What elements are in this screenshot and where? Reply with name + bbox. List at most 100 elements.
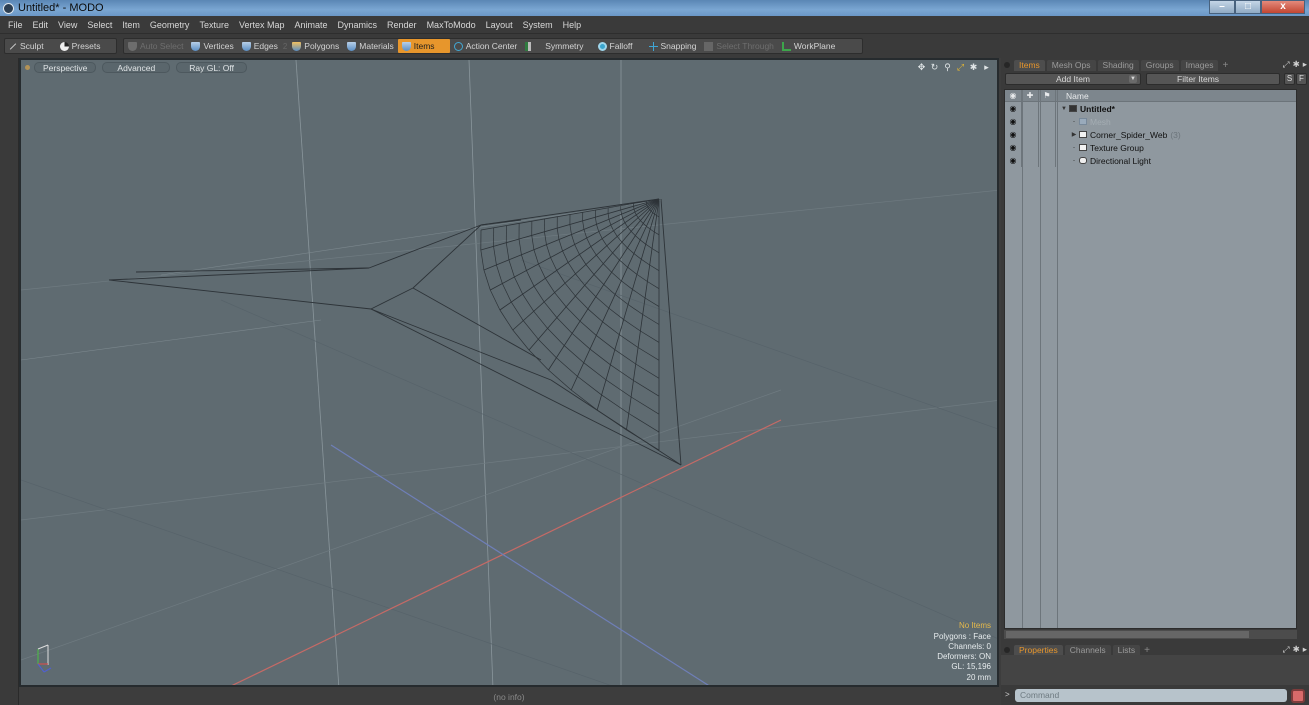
menu-maxtomodo[interactable]: MaxToModo [427, 20, 476, 30]
polygons-button[interactable]: Polygons [288, 39, 343, 53]
panel-gear-icon[interactable]: ✱ [1293, 59, 1300, 70]
action-center-button[interactable]: Action Center [450, 39, 522, 53]
lock-column-icon[interactable]: ⚑ [1039, 90, 1056, 101]
expand-icon[interactable]: ⤢ [1283, 644, 1290, 655]
add-column-icon[interactable]: ✚ [1022, 90, 1039, 101]
items-button[interactable]: Items [397, 39, 450, 53]
panel-grip[interactable] [1004, 62, 1010, 68]
snapping-button[interactable]: Snapping [645, 39, 701, 53]
tree-row-untitled[interactable]: ◉ ▼ Untitled* [1005, 102, 1296, 115]
maximize-button[interactable]: □ [1235, 0, 1261, 14]
move-view-icon[interactable]: ✥ [917, 62, 926, 73]
expand-arrow-icon[interactable]: ▼ [1059, 106, 1069, 112]
presets-label: Presets [71, 41, 101, 51]
add-tab-icon[interactable]: + [1222, 60, 1228, 71]
edges-button[interactable]: Edges [238, 39, 282, 53]
tree-row-corner-spider-web[interactable]: ◉ ▶ Corner_Spider_Web (3) [1005, 128, 1296, 141]
view-mode-dropdown[interactable]: Perspective [34, 61, 97, 73]
menu-vertex-map[interactable]: Vertex Map [239, 20, 285, 30]
scrollbar-thumb[interactable] [1006, 631, 1249, 638]
auto-select-button[interactable]: Auto Select [124, 39, 187, 53]
menu-texture[interactable]: Texture [199, 20, 229, 30]
web-ring [583, 229, 588, 239]
menu-edit[interactable]: Edit [33, 20, 49, 30]
s-button[interactable]: S [1284, 73, 1295, 85]
menu-system[interactable]: System [523, 20, 553, 30]
menu-dynamics[interactable]: Dynamics [338, 20, 378, 30]
gear-icon[interactable]: ✱ [969, 62, 978, 73]
tree-row-directional-light[interactable]: ◉ - Directional Light [1005, 154, 1296, 167]
tree-row-mesh[interactable]: ◉ - Mesh [1005, 115, 1296, 128]
web-ring [647, 206, 649, 209]
viewport-menu-dot[interactable] [25, 64, 30, 70]
tab-properties[interactable]: Properties [1014, 644, 1063, 656]
window-title: Untitled* - MODO [18, 2, 104, 14]
tree-header: ◉ ✚ ⚑ Name [1005, 90, 1296, 102]
group-icon [1079, 144, 1087, 151]
vertices-button[interactable]: Vertices [187, 39, 237, 53]
panel-more-icon[interactable]: ▸ [1303, 644, 1307, 655]
add-tab-icon[interactable]: + [1144, 645, 1150, 656]
menu-item[interactable]: Item [122, 20, 140, 30]
tab-shading[interactable]: Shading [1097, 59, 1139, 71]
menu-select[interactable]: Select [87, 20, 112, 30]
falloff-icon [597, 41, 607, 51]
zoom-view-icon[interactable]: ⚲ [943, 62, 952, 73]
tab-lists[interactable]: Lists [1112, 644, 1141, 656]
eye-icon[interactable]: ◉ [1005, 115, 1022, 128]
menu-animate[interactable]: Animate [294, 20, 327, 30]
f-button[interactable]: F [1296, 73, 1307, 85]
expand-icon[interactable]: ⤢ [1283, 59, 1290, 70]
tree-row-texture-group[interactable]: ◉ - Texture Group [1005, 141, 1296, 154]
eye-icon[interactable]: ◉ [1005, 102, 1022, 115]
panel-gear-icon[interactable]: ✱ [1293, 644, 1300, 655]
vertices-icon [191, 41, 201, 51]
menu-layout[interactable]: Layout [486, 20, 513, 30]
web-ring [633, 209, 636, 213]
record-macro-button[interactable] [1291, 689, 1305, 703]
menu-view[interactable]: View [58, 20, 77, 30]
filter-items-input[interactable]: Filter Items [1146, 73, 1280, 85]
menu-bar: File Edit View Select Item Geometry Text… [0, 16, 1309, 33]
tab-groups[interactable]: Groups [1140, 59, 1179, 71]
presets-button[interactable]: Presets [56, 39, 105, 53]
panel-more-icon[interactable]: ▸ [1303, 59, 1307, 70]
tab-mesh-ops[interactable]: Mesh Ops [1046, 59, 1096, 71]
expand-arrow-icon[interactable]: ▶ [1069, 131, 1079, 138]
menu-help[interactable]: Help [563, 20, 582, 30]
command-input[interactable]: Command [1015, 689, 1287, 702]
sculpt-button[interactable]: Sculpt [5, 39, 48, 53]
web-ring [649, 264, 660, 272]
menu-file[interactable]: File [8, 20, 23, 30]
menu-render[interactable]: Render [387, 20, 417, 30]
ray-gl-toggle[interactable]: Ray GL: Off [176, 61, 247, 73]
visibility-column-icon[interactable]: ◉ [1005, 90, 1022, 101]
web-ring [640, 330, 660, 343]
workplane-button[interactable]: WorkPlane [778, 39, 839, 53]
3d-viewport[interactable]: Perspective Advanced Ray GL: Off ✥ ↻ ⚲ ⤢… [19, 58, 999, 687]
symmetry-button[interactable]: Symmetry [521, 39, 587, 53]
minimize-button[interactable]: – [1209, 0, 1235, 14]
close-button[interactable]: x [1261, 0, 1305, 14]
more-icon[interactable]: ▸ [982, 62, 991, 73]
name-column-header[interactable]: Name [1056, 90, 1296, 101]
eye-icon[interactable]: ◉ [1005, 128, 1022, 141]
tab-channels[interactable]: Channels [1064, 644, 1111, 656]
tab-items[interactable]: Items [1014, 59, 1045, 71]
materials-button[interactable]: Materials [343, 39, 397, 53]
web-anchor-line [370, 308, 682, 466]
shading-dropdown[interactable]: Advanced [102, 61, 171, 73]
tab-images[interactable]: Images [1180, 59, 1219, 71]
menu-geometry[interactable]: Geometry [150, 20, 190, 30]
eye-icon[interactable]: ◉ [1005, 141, 1022, 154]
tree-horizontal-scrollbar[interactable] [1004, 630, 1297, 639]
eye-icon[interactable]: ◉ [1005, 154, 1022, 167]
fit-icon[interactable]: ⤢ [956, 62, 965, 73]
select-through-button[interactable]: Select Through [700, 39, 778, 53]
web-ring [590, 246, 597, 256]
falloff-button[interactable]: Falloff [594, 39, 637, 53]
web-ring [601, 394, 629, 414]
panel-grip[interactable] [1004, 647, 1010, 653]
rotate-view-icon[interactable]: ↻ [930, 62, 939, 73]
add-item-dropdown[interactable]: Add Item ▼ [1005, 73, 1141, 85]
